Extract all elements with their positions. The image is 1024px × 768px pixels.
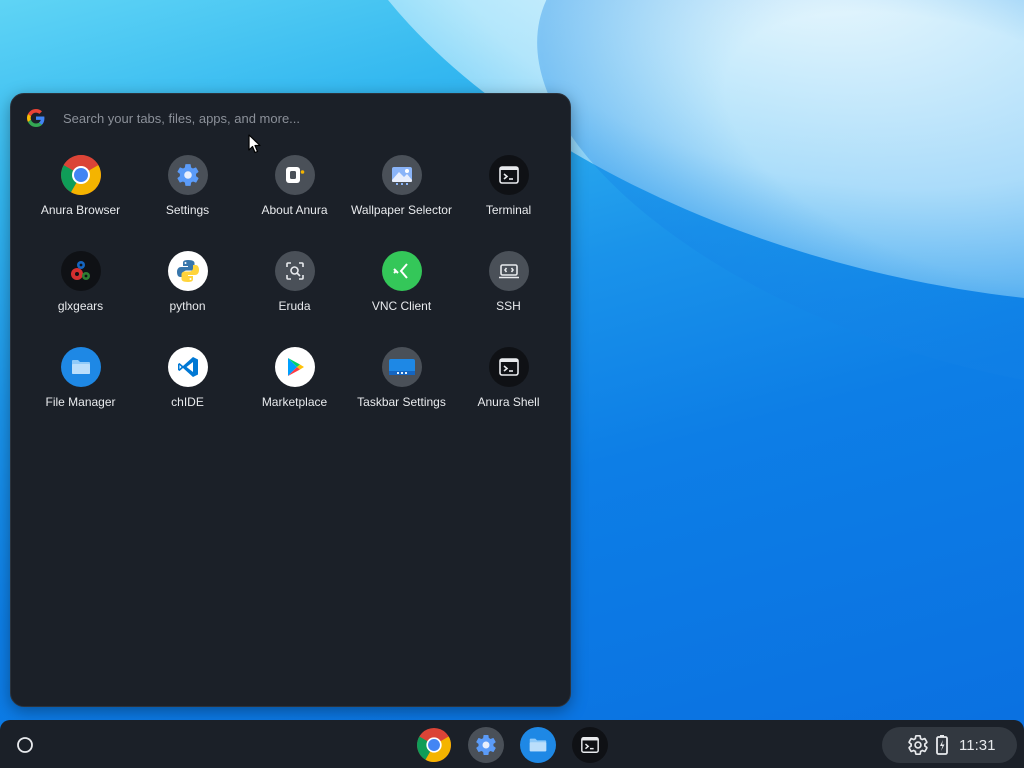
terminal-icon: [581, 737, 599, 753]
app-label: glxgears: [57, 299, 104, 313]
app-launcher-panel: Anura Browser Settings About Anura: [10, 93, 571, 707]
app-terminal[interactable]: Terminal: [455, 152, 562, 248]
mouse-cursor-icon: [248, 134, 261, 154]
app-about-anura[interactable]: About Anura: [241, 152, 348, 248]
taskbar-settings-icon: [381, 347, 422, 387]
pinned-terminal[interactable]: [572, 727, 608, 763]
app-settings[interactable]: Settings: [134, 152, 241, 248]
app-file-manager[interactable]: File Manager: [27, 344, 134, 440]
app-label: Terminal: [485, 203, 532, 217]
app-label: chIDE: [171, 395, 204, 409]
app-label: Anura Browser: [40, 203, 121, 217]
app-vnc-client[interactable]: VNC Client: [348, 248, 455, 344]
pinned-file-manager[interactable]: [520, 727, 556, 763]
taskbar: 11:31: [0, 720, 1024, 768]
app-glxgears[interactable]: glxgears: [27, 248, 134, 344]
app-label: VNC Client: [371, 299, 432, 313]
battery-icon: [936, 735, 948, 755]
anura-logo-icon: [274, 155, 315, 195]
app-label: Anura Shell: [477, 395, 540, 409]
app-label: Marketplace: [261, 395, 328, 409]
ssh-icon: [488, 251, 529, 291]
launcher-button[interactable]: [8, 728, 42, 762]
app-label: Eruda: [278, 299, 311, 313]
system-tray[interactable]: 11:31: [882, 727, 1017, 763]
gear-icon: [476, 735, 496, 756]
app-eruda[interactable]: Eruda: [241, 248, 348, 344]
app-wallpaper-selector[interactable]: Wallpaper Selector: [348, 152, 455, 248]
pinned-chrome[interactable]: [416, 727, 452, 763]
terminal-icon: [488, 347, 529, 387]
app-label: python: [169, 299, 206, 313]
app-label: Wallpaper Selector: [351, 203, 452, 217]
vnc-icon: [381, 251, 422, 291]
pinned-settings[interactable]: [468, 727, 504, 763]
app-label: Settings: [165, 203, 210, 217]
python-icon: [167, 251, 208, 291]
vscode-icon: [167, 347, 208, 387]
gears-icon: [60, 251, 101, 291]
app-taskbar-settings[interactable]: Taskbar Settings: [348, 344, 455, 440]
clock: 11:31: [959, 736, 996, 754]
search-input[interactable]: [63, 110, 523, 126]
terminal-icon: [488, 155, 529, 195]
chrome-icon: [417, 728, 451, 762]
search-bar: [11, 94, 570, 142]
app-label: Taskbar Settings: [357, 395, 446, 409]
app-label: About Anura: [261, 203, 328, 217]
app-python[interactable]: python: [134, 248, 241, 344]
gear-icon: [908, 735, 928, 756]
chrome-icon: [60, 155, 101, 195]
folder-icon: [529, 738, 547, 752]
app-grid: Anura Browser Settings About Anura Wallp…: [27, 152, 562, 440]
folder-icon: [60, 347, 101, 387]
play-store-icon: [274, 347, 315, 387]
app-ssh[interactable]: SSH: [455, 248, 562, 344]
launcher-circle-icon: [17, 737, 33, 753]
app-label: SSH: [496, 299, 521, 313]
google-g-icon: [27, 109, 45, 127]
app-label: File Manager: [45, 395, 116, 409]
app-marketplace[interactable]: Marketplace: [241, 344, 348, 440]
app-anura-browser[interactable]: Anura Browser: [27, 152, 134, 248]
inspect-icon: [274, 251, 315, 291]
app-chide[interactable]: chIDE: [134, 344, 241, 440]
app-anura-shell[interactable]: Anura Shell: [455, 344, 562, 440]
gear-icon: [167, 155, 208, 195]
wallpaper-icon: [381, 155, 422, 195]
pinned-apps: [416, 727, 608, 763]
